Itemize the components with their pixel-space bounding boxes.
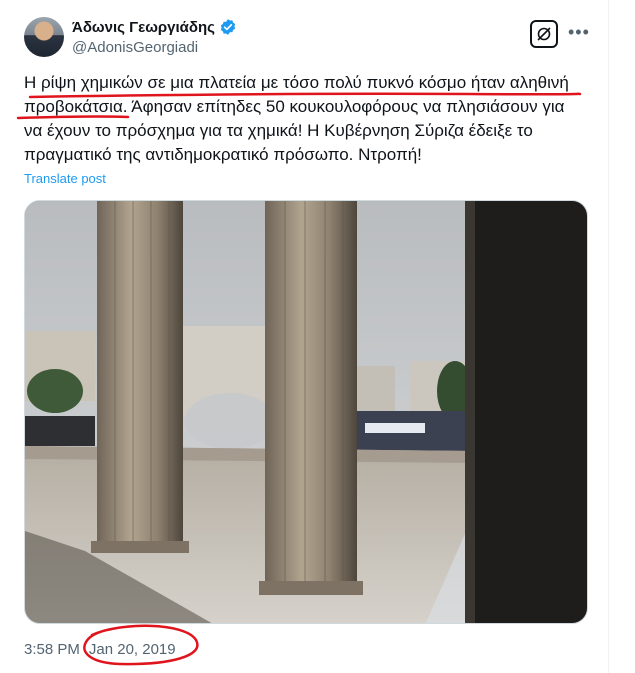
avatar[interactable] (24, 17, 64, 57)
author-name-row: Άδωνις Γεωργιάδης (72, 18, 237, 36)
tweet-timestamp[interactable]: 3:58 PM · Jan 20, 2019 (24, 641, 176, 658)
author-handle[interactable]: @AdonisGeorgiadi (72, 39, 198, 56)
tweet-text-line: να έχουν το πρόσχημα για τα χημικά! Η Κυ… (24, 121, 533, 140)
timestamp-separator: · (81, 641, 87, 658)
tweet-date[interactable]: Jan 20, 2019 (89, 641, 176, 658)
tweet-text: Η ρίψη χημικών σε μια πλατεία με τόσο πο… (24, 71, 584, 167)
tweet-photo[interactable] (24, 200, 588, 624)
tweet-text-line: Η ρίψη χημικών σε μια πλατεία με τόσο πο… (24, 73, 569, 92)
grok-icon[interactable] (530, 20, 558, 48)
tweet-text-line: πραγματικό της αντιδημοκρατικό πρόσωπο. … (24, 145, 422, 164)
translate-post-link[interactable]: Translate post (24, 171, 106, 186)
more-icon[interactable]: ••• (568, 22, 590, 42)
tweet-card: Άδωνις Γεωργιάδης @AdonisGeorgiadi ••• Η… (0, 0, 635, 673)
author-display-name[interactable]: Άδωνις Γεωργιάδης (72, 19, 215, 36)
tweet-text-line: προβοκάτσια. Άφησαν επίτηδες 50 κουκουλο… (24, 97, 565, 116)
tweet-time[interactable]: 3:58 PM (24, 641, 80, 658)
verified-badge-icon (220, 19, 236, 35)
column-border (608, 0, 609, 673)
photo-columns-protest (25, 201, 587, 623)
